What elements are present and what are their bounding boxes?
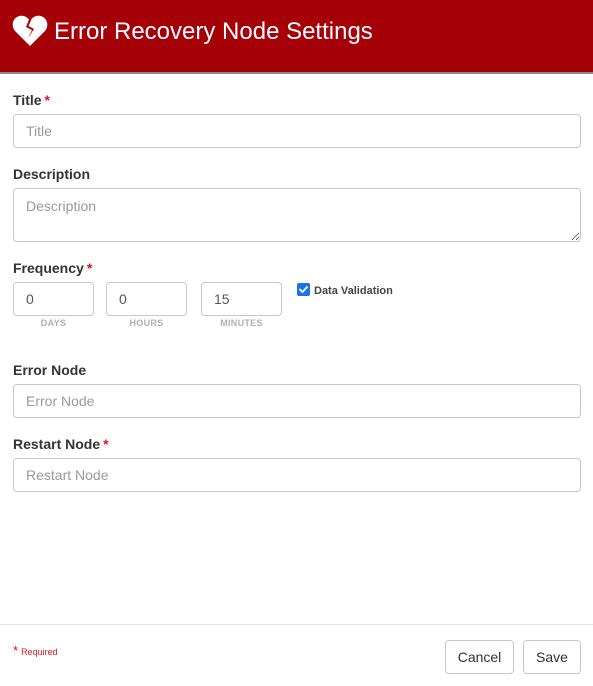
modal-title: Error Recovery Node Settings bbox=[54, 18, 373, 45]
required-asterisk: * bbox=[86, 260, 93, 276]
minutes-input[interactable] bbox=[201, 282, 282, 316]
required-asterisk: * bbox=[44, 92, 50, 108]
required-note-text: Required bbox=[21, 647, 58, 657]
error-node-input[interactable] bbox=[13, 384, 581, 418]
footer-divider bbox=[0, 624, 593, 625]
description-input[interactable] bbox=[13, 188, 581, 242]
description-label: Description bbox=[13, 166, 91, 182]
error-node-label: Error Node bbox=[13, 362, 87, 378]
required-note: * Required bbox=[13, 643, 58, 658]
restart-node-label-text: Restart Node bbox=[13, 436, 101, 452]
save-button[interactable]: Save bbox=[523, 640, 581, 674]
frequency-label: Frequency * bbox=[13, 259, 92, 277]
required-note-star: * bbox=[13, 643, 19, 658]
modal-header: Error Recovery Node Settings bbox=[0, 0, 593, 74]
data-validation-checkbox[interactable] bbox=[297, 282, 310, 296]
restart-node-label: Restart Node * bbox=[13, 435, 109, 453]
data-validation-label: Data Validation bbox=[314, 285, 393, 297]
checkmark-icon bbox=[299, 285, 308, 293]
minutes-unit-label: MINUTES bbox=[220, 318, 263, 328]
restart-node-input[interactable] bbox=[13, 458, 581, 492]
days-input[interactable] bbox=[13, 282, 94, 316]
broken-heart-icon bbox=[12, 15, 48, 46]
hours-input[interactable] bbox=[106, 282, 187, 316]
title-input[interactable] bbox=[13, 114, 581, 148]
frequency-label-text: Frequency bbox=[13, 260, 84, 276]
required-asterisk: * bbox=[103, 436, 109, 452]
title-label: Title * bbox=[13, 91, 50, 109]
data-validation-checkbox-group[interactable]: Data Validation bbox=[297, 281, 393, 297]
title-label-text: Title bbox=[13, 92, 42, 108]
cancel-button[interactable]: Cancel bbox=[445, 640, 514, 674]
hours-unit-label: HOURS bbox=[129, 318, 164, 328]
days-unit-label: DAYS bbox=[40, 318, 67, 328]
